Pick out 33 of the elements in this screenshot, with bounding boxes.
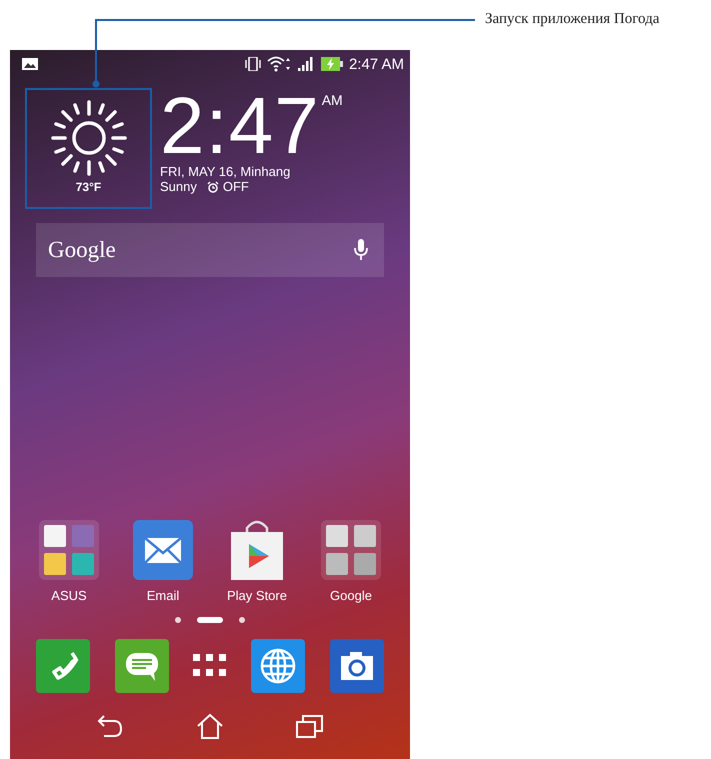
picture-icon bbox=[22, 58, 38, 70]
weather-condition: Sunny bbox=[160, 179, 197, 194]
callout-label: Запуск приложения Погода bbox=[485, 11, 660, 28]
alarm-status: OFF bbox=[222, 179, 249, 194]
phone-icon[interactable] bbox=[36, 639, 90, 693]
app-label: Play Store bbox=[227, 588, 287, 603]
battery-icon bbox=[320, 57, 343, 71]
alarm-clock-icon bbox=[206, 180, 219, 192]
temperature-text: 73°F bbox=[76, 180, 102, 194]
message-icon[interactable] bbox=[114, 639, 169, 693]
envelope-icon[interactable] bbox=[133, 520, 193, 580]
clock-time: 2:47 bbox=[160, 88, 320, 164]
app-folder[interactable] bbox=[39, 520, 99, 580]
weather-widget[interactable]: 73°F bbox=[25, 88, 152, 209]
app-folder[interactable] bbox=[321, 520, 381, 580]
vibrate-icon bbox=[244, 57, 261, 71]
back-icon[interactable] bbox=[96, 714, 124, 738]
recent-apps-icon[interactable] bbox=[296, 713, 324, 739]
date-text: FRI, MAY 16, Minhang bbox=[160, 164, 292, 179]
microphone-icon bbox=[354, 239, 368, 261]
status-time: 2:47 AM bbox=[348, 56, 404, 72]
camera-icon[interactable] bbox=[330, 639, 384, 693]
globe-icon[interactable] bbox=[251, 639, 306, 693]
signal-icon bbox=[296, 57, 315, 71]
app-label: ASUS bbox=[51, 588, 87, 603]
clock-period: AM bbox=[322, 92, 343, 108]
search-bar[interactable]: Google bbox=[36, 223, 384, 277]
app-label: Email bbox=[146, 588, 180, 603]
sun-icon bbox=[48, 98, 128, 178]
app-grid-icon[interactable] bbox=[192, 654, 227, 678]
home-icon[interactable] bbox=[196, 713, 224, 739]
app-label: Google bbox=[330, 588, 372, 603]
wifi-icon bbox=[266, 56, 291, 72]
